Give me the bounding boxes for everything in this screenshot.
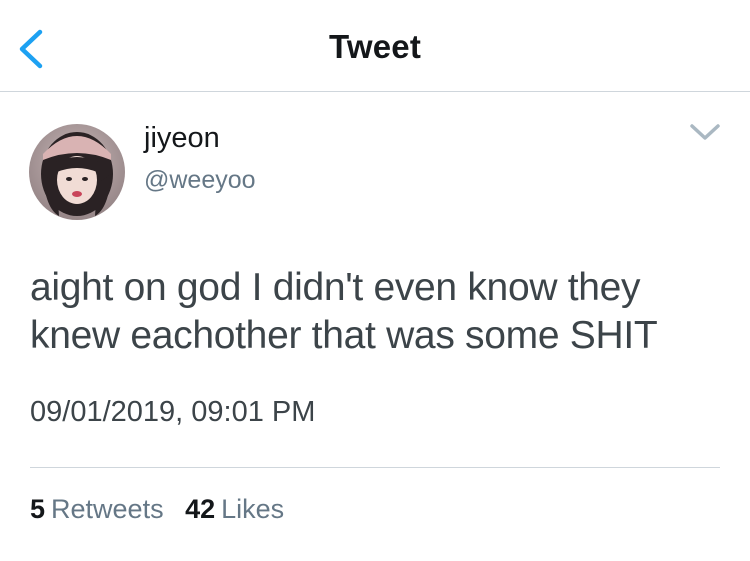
likes-count: 42 (185, 494, 216, 524)
retweets-label: Retweets (51, 494, 164, 524)
likes-label: Likes (221, 494, 285, 524)
tweet-timestamp: 09/01/2019, 09:01 PM (30, 396, 316, 428)
likes-stat[interactable]: 42 Likes (185, 494, 284, 525)
avatar[interactable] (29, 124, 125, 220)
profile-photo (29, 124, 125, 220)
navigation-bar: Tweet (0, 0, 750, 92)
retweets-stat[interactable]: 5 Retweets (30, 494, 164, 525)
retweets-count: 5 (30, 494, 46, 524)
page-title: Tweet (328, 28, 422, 65)
tweet-stats: 5 Retweets 42 Likes (30, 494, 298, 525)
tweet-detail-screen: Tweet jiyeon @weeyoo aight on god I didn… (0, 0, 750, 561)
divider (30, 467, 720, 468)
display-name[interactable]: jiyeon (144, 122, 220, 155)
chevron-down-icon (690, 124, 720, 140)
user-handle[interactable]: @weeyoo (144, 166, 256, 195)
tweet-menu-button[interactable] (688, 120, 722, 144)
tweet-text: aight on god I didn't even know they kne… (30, 266, 658, 357)
